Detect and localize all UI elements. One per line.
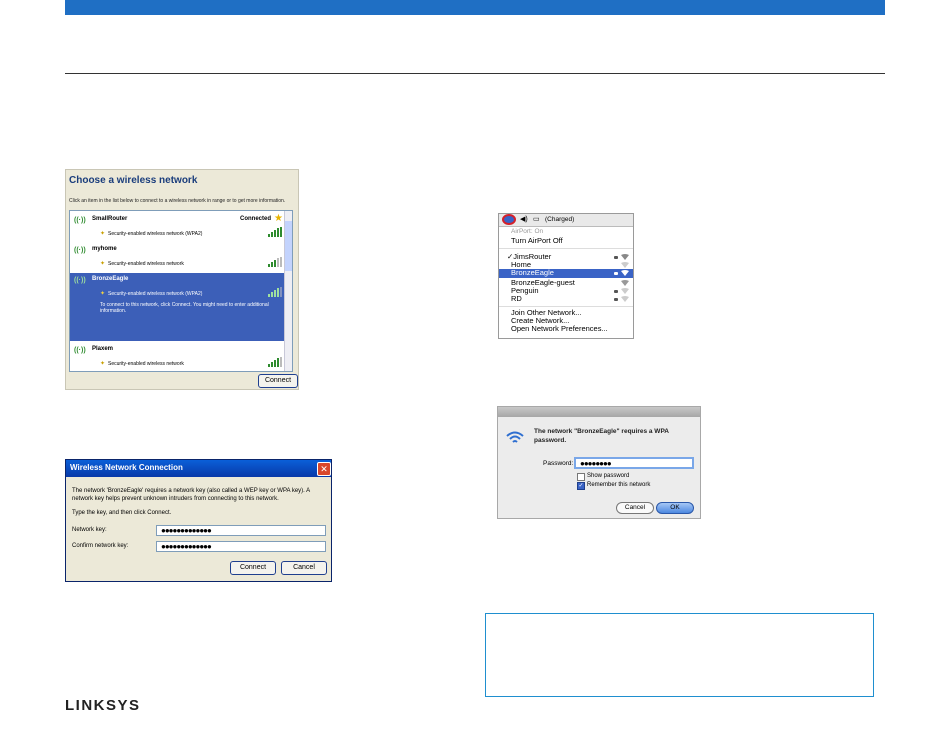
open-network-preferences-item[interactable]: Open Network Preferences... xyxy=(511,325,608,333)
airport-menu-icon[interactable] xyxy=(502,214,516,225)
connect-button[interactable]: Connect xyxy=(230,561,276,575)
xp-network-key-dialog: Wireless Network Connection ✕ The networ… xyxy=(65,459,332,582)
xp-network-listbox: ((·)) SmallRouter Connected ★ ✦ Security… xyxy=(69,210,293,372)
xp-network-list-screenshot: Choose a wireless network Click an item … xyxy=(65,169,299,390)
signal-strength-icon xyxy=(268,227,282,237)
lock-icon xyxy=(614,256,618,259)
signal-strength-icon xyxy=(268,357,282,367)
wireless-icon: ((·)) xyxy=(74,347,86,354)
ok-button[interactable]: OK xyxy=(656,502,694,514)
network-detail: To connect to this network, click Connec… xyxy=(100,302,269,314)
volume-icon[interactable]: ◀) xyxy=(520,215,528,223)
battery-status: (Charged) xyxy=(545,216,575,223)
wifi-signal-icon xyxy=(621,262,629,268)
header-bar xyxy=(65,0,885,15)
lock-icon xyxy=(614,290,618,293)
network-item-rd[interactable]: RD xyxy=(511,295,522,303)
network-name: Plaxem xyxy=(92,346,114,352)
wifi-icon xyxy=(506,431,524,443)
cancel-button[interactable]: Cancel xyxy=(281,561,327,575)
wireless-icon: ((·)) xyxy=(74,247,86,254)
wifi-signal-icon xyxy=(621,296,629,302)
wifi-signal-icon xyxy=(621,254,629,260)
xp-list-instructions: Click an item in the list below to conne… xyxy=(69,198,286,204)
network-name: BronzeEagle xyxy=(511,268,554,277)
network-security: Security-enabled wireless network xyxy=(108,361,184,367)
dialog-message: The network "BronzeEagle" requires a WPA… xyxy=(534,428,669,444)
dialog-titlebar xyxy=(498,407,700,417)
dialog-prompt: Type the key, and then click Connect. xyxy=(72,510,172,516)
mac-password-dialog: The network "BronzeEagle" requires a WPA… xyxy=(497,406,701,519)
connection-status: Connected xyxy=(240,216,272,222)
airport-status: AirPort: On xyxy=(511,228,544,235)
mac-menubar: ◀) ▭ (Charged) xyxy=(499,214,633,227)
network-item-bronzeeagle[interactable]: BronzeEagle xyxy=(499,268,633,278)
password-label: Password: xyxy=(543,460,574,467)
network-key-label: Network key: xyxy=(72,527,107,533)
network-item-myhome[interactable]: ((·)) myhome ✦ Security-enabled wireless… xyxy=(70,243,292,271)
security-icon: ✦ xyxy=(100,261,106,267)
security-icon: ✦ xyxy=(100,231,106,237)
lock-icon xyxy=(614,298,618,301)
connect-button[interactable]: Connect xyxy=(258,374,298,388)
wifi-signal-icon xyxy=(621,280,629,286)
network-item-plaxem[interactable]: ((·)) Plaxem ✦ Security-enabled wireless… xyxy=(70,343,292,371)
network-key-input[interactable]: ●●●●●●●●●●●●● xyxy=(156,525,326,536)
remember-network-checkbox[interactable]: ✓ xyxy=(577,482,585,490)
dialog-message: The network 'BronzeEagle' requires a net… xyxy=(72,488,310,502)
turn-airport-off-item[interactable]: Turn AirPort Off xyxy=(511,237,563,245)
remember-network-label: Remember this network xyxy=(587,482,651,488)
wireless-icon: ((·)) xyxy=(74,217,86,224)
security-icon: ✦ xyxy=(100,291,106,297)
network-name: BronzeEagle xyxy=(92,276,129,282)
list-scrollbar[interactable] xyxy=(284,211,292,371)
battery-icon[interactable]: ▭ xyxy=(533,215,540,223)
signal-strength-icon xyxy=(268,287,282,297)
network-name: myhome xyxy=(92,246,117,252)
confirm-key-label: Confirm network key: xyxy=(72,543,129,549)
wifi-signal-icon xyxy=(621,270,629,276)
signal-strength-icon xyxy=(268,257,282,267)
header-rule xyxy=(65,73,885,74)
network-item-bronzeeagle[interactable]: ((·)) BronzeEagle ✦ Security-enabled wir… xyxy=(70,273,292,341)
wifi-signal-icon xyxy=(621,288,629,294)
network-security: Security-enabled wireless network (WPA2) xyxy=(108,291,203,297)
password-input[interactable]: ●●●●●●●● xyxy=(574,457,694,469)
note-box xyxy=(485,613,874,697)
mac-airport-menu-screenshot: ◀) ▭ (Charged) AirPort: On Turn AirPort … xyxy=(498,213,634,339)
linksys-logo: LINKSYS xyxy=(65,697,141,714)
show-password-label: Show password xyxy=(587,473,630,479)
security-icon: ✦ xyxy=(100,361,106,367)
scrollbar-thumb[interactable] xyxy=(285,221,292,271)
menu-separator xyxy=(499,306,633,307)
cancel-button[interactable]: Cancel xyxy=(616,502,654,514)
wireless-icon: ((·)) xyxy=(74,277,86,284)
dialog-title: Wireless Network Connection xyxy=(70,463,183,472)
network-name: SmallRouter xyxy=(92,216,128,222)
close-icon[interactable]: ✕ xyxy=(317,462,331,476)
xp-list-title: Choose a wireless network xyxy=(69,175,198,186)
network-security: Security-enabled wireless network (WPA2) xyxy=(108,231,203,237)
show-password-checkbox[interactable] xyxy=(577,473,585,481)
confirm-key-input[interactable]: ●●●●●●●●●●●●● xyxy=(156,541,326,552)
dialog-titlebar: Wireless Network Connection ✕ xyxy=(66,460,331,477)
network-security: Security-enabled wireless network xyxy=(108,261,184,267)
network-item-smallrouter[interactable]: ((·)) SmallRouter Connected ★ ✦ Security… xyxy=(70,213,292,241)
favorite-star-icon: ★ xyxy=(274,213,283,224)
lock-icon xyxy=(614,272,618,275)
menu-separator xyxy=(499,248,633,249)
